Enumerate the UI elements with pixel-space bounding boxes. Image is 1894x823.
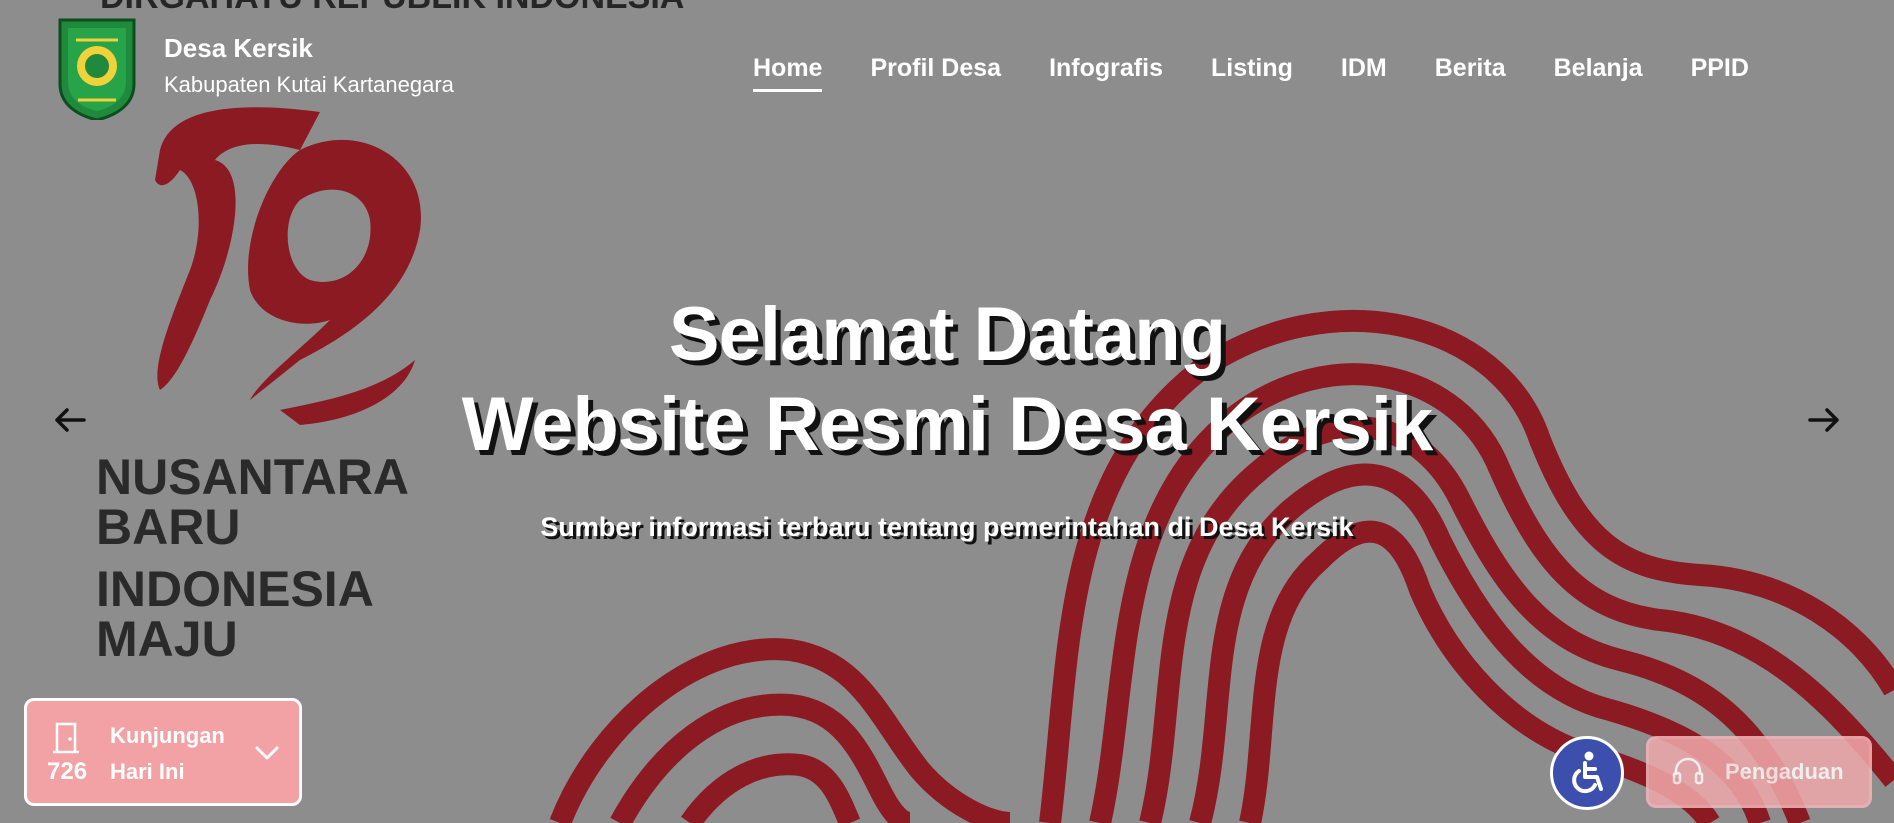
visits-widget[interactable]: 726 Kunjungan Hari Ini [24, 698, 302, 806]
nav-belanja[interactable]: Belanja [1554, 48, 1643, 88]
regency-crest-icon[interactable] [56, 14, 138, 122]
visits-count: 726 [47, 758, 88, 785]
hero-text: Selamat Datang Website Resmi Desa Kersik… [0, 290, 1894, 544]
nav-listing[interactable]: Listing [1211, 48, 1293, 88]
banner-word: INDONESIA [96, 561, 374, 617]
complaint-button[interactable]: Pengaduan [1646, 736, 1872, 808]
arrow-left-icon [55, 408, 86, 432]
brand-title: Desa Kersik [164, 33, 313, 63]
brand-subtitle: Kabupaten Kutai Kartanegara [164, 72, 454, 97]
nav-home[interactable]: Home [753, 48, 823, 92]
nav-berita[interactable]: Berita [1435, 48, 1506, 88]
carousel-prev-button[interactable] [44, 394, 96, 446]
visits-label-line1: Kunjungan [110, 723, 225, 748]
arrow-right-icon [1808, 408, 1839, 432]
brand-block[interactable]: Desa Kersik Kabupaten Kutai Kartanegara [164, 32, 454, 100]
door-icon [53, 722, 79, 754]
banner-word: MAJU [96, 611, 238, 667]
headset-icon [1672, 757, 1704, 785]
nav-profil-desa[interactable]: Profil Desa [870, 48, 1001, 88]
hero-subtitle: Sumber informasi terbaru tentang pemerin… [540, 512, 1354, 542]
wheelchair-icon [1572, 751, 1603, 794]
nav-idm[interactable]: IDM [1341, 48, 1387, 88]
nav-infografis[interactable]: Infografis [1049, 48, 1163, 88]
accessibility-button[interactable] [1550, 736, 1624, 810]
visits-label-line2: Hari Ini [110, 759, 185, 784]
main-nav: Home Profil Desa Infografis Listing IDM … [753, 48, 1749, 92]
site-header: Desa Kersik Kabupaten Kutai Kartanegara … [0, 0, 1894, 122]
nav-ppid[interactable]: PPID [1691, 48, 1749, 88]
complaint-label: Pengaduan [1725, 759, 1844, 784]
chevron-down-icon[interactable] [253, 743, 281, 763]
hero-title-line2: Website Resmi Desa Kersik [461, 382, 1434, 467]
hero-title-line1: Selamat Datang [668, 292, 1226, 377]
carousel-next-button[interactable] [1798, 394, 1850, 446]
